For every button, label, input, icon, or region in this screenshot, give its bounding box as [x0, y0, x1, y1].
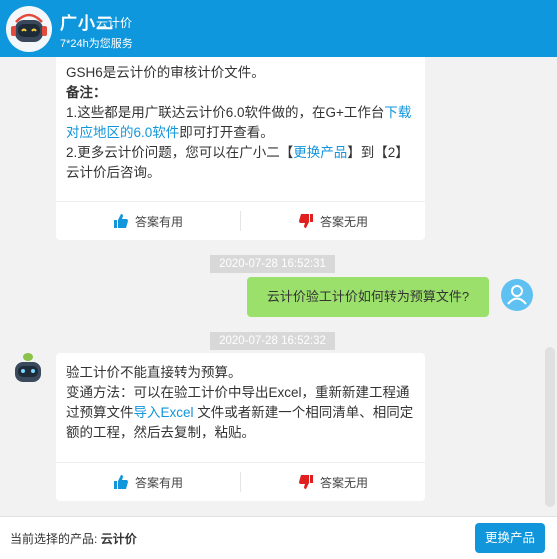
- unhelpful-button[interactable]: 答案无用: [241, 474, 425, 491]
- answer-line: 验工计价不能直接转为预算。: [66, 365, 242, 380]
- user-message: 云计价验工计价如何转为预算文件?: [247, 277, 489, 317]
- footer-bar: 当前选择的产品: 云计价 更换产品: [0, 516, 557, 559]
- bot-avatar: [10, 352, 46, 388]
- thumbs-down-icon: [298, 214, 313, 228]
- service-hours: 7*24h为您服务: [60, 38, 133, 50]
- switch-product-button[interactable]: 更换产品: [475, 523, 545, 553]
- answer-card-2: 验工计价不能直接转为预算。 变通方法：可以在验工计价中导出Excel，重新新建工…: [56, 353, 425, 501]
- current-product-label: 当前选择的产品: 云计价: [10, 532, 137, 546]
- user-icon: [507, 285, 527, 305]
- assistant-avatar: [6, 6, 52, 52]
- chat-header: 广小二 云计价 7*24h为您服务: [0, 0, 557, 57]
- current-product: 云计价: [100, 532, 137, 546]
- thumbs-down-icon: [298, 475, 313, 489]
- answer-paragraph: 变通方法：可以在验工计价中导出Excel，重新新建工程通过预算文件导入Excel…: [66, 385, 414, 440]
- timestamp: 2020-07-28 16:52:32: [210, 332, 335, 350]
- note-item-2: 2.更多云计价问题，您可以在广小二【更换产品】到【2】云计价后咨询。: [66, 145, 409, 180]
- thumbs-up-icon: [113, 214, 128, 228]
- user-avatar: [501, 279, 533, 311]
- import-excel-link[interactable]: 导入Excel: [134, 405, 194, 420]
- thumbs-up-icon: [113, 475, 128, 489]
- header-subtitle: 云计价: [96, 16, 133, 30]
- note-title: 备注：: [66, 85, 107, 100]
- note-item-1: 1.这些都是用广联达云计价6.0软件做的，在G+工作台下载对应地区的6.0软件即…: [66, 105, 412, 140]
- switch-product-link[interactable]: 更换产品: [293, 145, 347, 160]
- chat-area[interactable]: GSH6是云计价的审核计价文件。 备注： 1.这些都是用广联达云计价6.0软件做…: [0, 57, 557, 516]
- feedback-bar: 答案有用 答案无用: [56, 462, 425, 501]
- feedback-bar: 答案有用 答案无用: [56, 201, 425, 240]
- answer-card-1: GSH6是云计价的审核计价文件。 备注： 1.这些都是用广联达云计价6.0软件做…: [56, 57, 425, 240]
- timestamp: 2020-07-28 16:52:31: [210, 255, 335, 273]
- helpful-button[interactable]: 答案有用: [56, 213, 240, 230]
- scrollbar[interactable]: [545, 347, 555, 507]
- robot-icon: [11, 13, 47, 42]
- unhelpful-button[interactable]: 答案无用: [241, 213, 425, 230]
- helpful-button[interactable]: 答案有用: [56, 474, 240, 491]
- answer-line: GSH6是云计价的审核计价文件。: [66, 65, 265, 80]
- robot-icon: [15, 353, 41, 382]
